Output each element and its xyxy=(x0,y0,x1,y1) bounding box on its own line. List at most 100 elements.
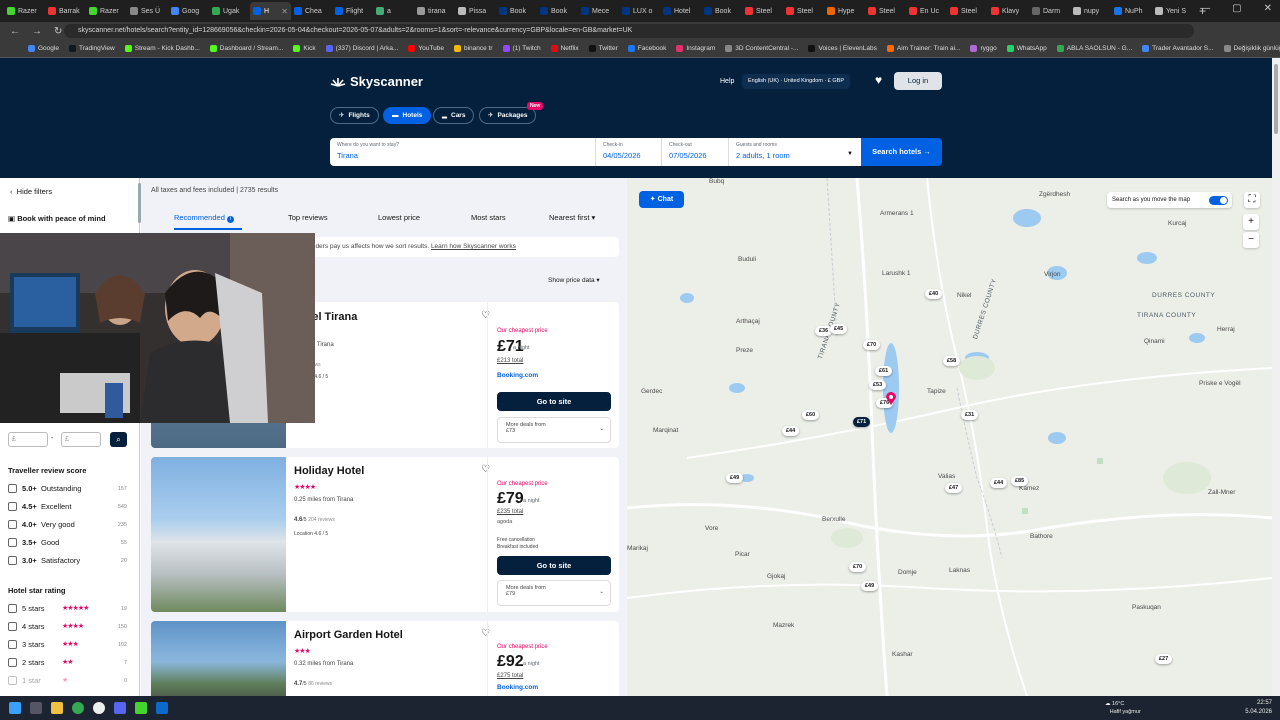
tab-cars[interactable]: ▂ Cars xyxy=(433,107,475,124)
map-price-pin[interactable]: £44 xyxy=(990,478,1008,488)
weather-widget[interactable]: ☁ 16°C Hafif yağmur xyxy=(1105,700,1141,716)
map-panel[interactable]: Bubq Armerans 1 Zgërdhesh Kurcaj Buduli Larus… xyxy=(627,178,1272,696)
sort-tab-recommended[interactable]: Recommended i xyxy=(174,213,234,223)
map-price-pin[interactable]: £27 xyxy=(1155,654,1173,664)
star-filter-label[interactable]: 4 stars xyxy=(22,622,45,631)
browser-tab[interactable]: Pissa xyxy=(455,2,496,20)
bookmark-item[interactable]: Kick xyxy=(293,45,316,52)
bookmark-item[interactable]: Değişiklik günlüğü -... xyxy=(1223,45,1280,52)
bookmark-item[interactable]: (337) Discord | Arka... xyxy=(325,45,398,52)
star-filter-checkbox[interactable] xyxy=(8,622,17,631)
browser-tab[interactable]: Hotel xyxy=(660,2,701,20)
bookmark-item[interactable]: Stream - Kick Dashb... xyxy=(124,45,200,52)
forward-icon[interactable]: → xyxy=(32,26,44,37)
map-price-pin[interactable]: £31 xyxy=(961,410,979,420)
bookmark-item[interactable]: binance tr xyxy=(453,45,493,52)
star-filter-label[interactable]: 1 star xyxy=(22,676,41,685)
browser-tab[interactable]: En Uc xyxy=(906,2,947,20)
zoom-in-icon[interactable]: + xyxy=(1243,214,1259,230)
skyscanner-logo[interactable]: Skyscanner xyxy=(330,74,423,89)
discord-icon[interactable] xyxy=(114,702,126,714)
destination-field[interactable]: Where do you want to stay? Tirana xyxy=(330,138,596,166)
browser-tab[interactable]: tirana xyxy=(414,2,455,20)
review-filter-checkbox[interactable] xyxy=(8,556,17,565)
search-hotels-button[interactable]: Search hotels → xyxy=(861,138,942,166)
maximize-icon[interactable]: ▢ xyxy=(1232,3,1241,14)
sort-tab-most-stars[interactable]: Most stars xyxy=(471,213,506,222)
browser-tab[interactable]: Steel xyxy=(947,2,988,20)
browser-tab[interactable]: Mece xyxy=(578,2,619,20)
price-min-input[interactable]: £ xyxy=(8,432,48,447)
review-filter-label[interactable]: 4.0+ Very good xyxy=(22,520,75,529)
search-icon[interactable] xyxy=(30,702,42,714)
map-price-pin[interactable]: £70 xyxy=(863,340,881,350)
help-link[interactable]: Help xyxy=(720,78,734,85)
sort-tab-lowest-price[interactable]: Lowest price xyxy=(378,213,420,222)
sort-tab-top-reviews[interactable]: Top reviews xyxy=(288,213,328,222)
bookmark-item[interactable]: Facebook xyxy=(627,45,666,52)
review-filter-checkbox[interactable] xyxy=(8,484,17,493)
more-deals-dropdown[interactable]: More deals from £79 ⌄ xyxy=(497,580,611,606)
price-max-input[interactable]: £ xyxy=(61,432,101,447)
razer-icon[interactable] xyxy=(135,702,147,714)
tab-hotels[interactable]: ▬ Hotels xyxy=(383,107,432,124)
map-price-pin[interactable]: £47 xyxy=(945,483,963,493)
review-filter-label[interactable]: 3.0+ Satisfactory xyxy=(22,556,80,565)
bookmark-item[interactable]: Aim Trainer: Train ai... xyxy=(886,45,960,52)
map-price-pin[interactable]: £40 xyxy=(925,289,943,299)
chrome-icon[interactable] xyxy=(72,702,84,714)
browser-tab[interactable]: Flight xyxy=(332,2,373,20)
close-icon[interactable]: ✕ xyxy=(1264,3,1272,14)
browser-tab[interactable]: Ugak xyxy=(209,2,250,20)
bookmark-item[interactable]: TradingView xyxy=(68,45,115,52)
scroll-thumb[interactable] xyxy=(1274,64,1278,134)
browser-tab[interactable]: Klavy xyxy=(988,2,1029,20)
learn-more-link[interactable]: Learn how Skyscanner works xyxy=(431,243,516,250)
map-price-pin[interactable]: £49 xyxy=(726,473,744,483)
browser-tab[interactable]: NuPh xyxy=(1111,2,1152,20)
file-explorer-icon[interactable] xyxy=(51,702,63,714)
browser-tab[interactable]: Ses Ü xyxy=(127,2,168,20)
app-icon[interactable] xyxy=(156,702,168,714)
review-filter-checkbox[interactable] xyxy=(8,538,17,547)
browser-tab[interactable]: Darm xyxy=(1029,2,1070,20)
url-input[interactable]: skyscanner.net/hotels/search?entity_id=1… xyxy=(64,24,1194,38)
bookmark-item[interactable]: Voices | ElevenLabs xyxy=(808,45,877,52)
star-filter-checkbox[interactable] xyxy=(8,604,17,613)
bookmark-item[interactable]: YouTube xyxy=(408,45,444,52)
favourites-heart-icon[interactable]: ♥ xyxy=(875,73,882,87)
map-price-pin[interactable]: £58 xyxy=(943,356,961,366)
windows-start-icon[interactable] xyxy=(9,702,21,714)
bookmark-item[interactable]: Trader Avantador S... xyxy=(1142,45,1214,52)
browser-tab[interactable]: Razer xyxy=(86,2,127,20)
browser-tab[interactable]: Yeni S xyxy=(1152,2,1193,20)
hotel-photo[interactable] xyxy=(151,621,286,696)
login-button[interactable]: Log in xyxy=(894,72,942,90)
map-price-pin[interactable]: £70 xyxy=(849,562,867,572)
guests-field[interactable]: Guests and rooms 2 adults, 1 room ▼ xyxy=(729,138,861,166)
browser-tab[interactable]: Steel xyxy=(865,2,906,20)
locale-button[interactable]: English (UK) · United Kingdom · £ GBP xyxy=(742,74,850,89)
tab-flights[interactable]: ✈ Flights xyxy=(330,107,379,124)
review-filter-checkbox[interactable] xyxy=(8,502,17,511)
star-filter-checkbox[interactable] xyxy=(8,676,17,685)
back-icon[interactable]: ← xyxy=(10,26,22,37)
tab-close-icon[interactable]: ✕ xyxy=(281,7,288,16)
browser-tab[interactable]: Book xyxy=(537,2,578,20)
bookmark-item[interactable]: Twitter xyxy=(588,45,618,52)
browser-tab[interactable]: Goog xyxy=(168,2,209,20)
star-filter-label[interactable]: 5 stars xyxy=(22,604,45,613)
search-as-move-toggle[interactable] xyxy=(1209,196,1228,205)
star-filter-label[interactable]: 2 stars xyxy=(22,658,45,667)
map-price-pin[interactable]: £44 xyxy=(782,426,800,436)
hotel-photo[interactable] xyxy=(151,457,286,612)
bookmark-item[interactable]: ryggo xyxy=(970,45,997,52)
browser-tab[interactable]: Chea xyxy=(291,2,332,20)
browser-tab[interactable]: Book xyxy=(701,2,742,20)
browser-tab[interactable]: LUX o xyxy=(619,2,660,20)
map-price-pin[interactable]: £60 xyxy=(802,410,820,420)
hide-filters-link[interactable]: ‹ Hide filters xyxy=(10,187,52,196)
go-to-site-button[interactable]: Go to site xyxy=(497,556,611,575)
go-to-site-button[interactable]: Go to site xyxy=(497,392,611,411)
map-price-pin[interactable]: £45 xyxy=(830,324,848,334)
